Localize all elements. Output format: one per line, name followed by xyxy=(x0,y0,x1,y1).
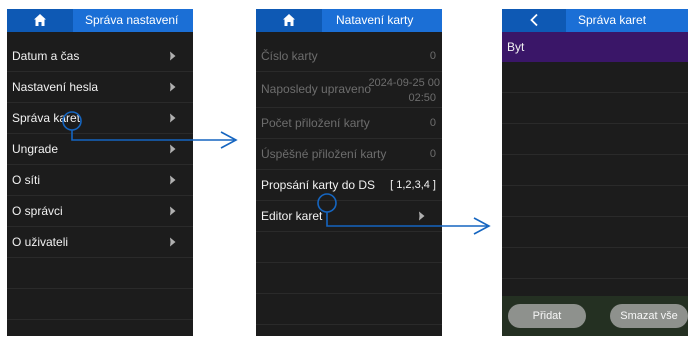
annotation-overlay xyxy=(62,111,491,235)
navigation-arrow-2 xyxy=(317,193,491,235)
navigation-arrow-1 xyxy=(62,111,238,149)
